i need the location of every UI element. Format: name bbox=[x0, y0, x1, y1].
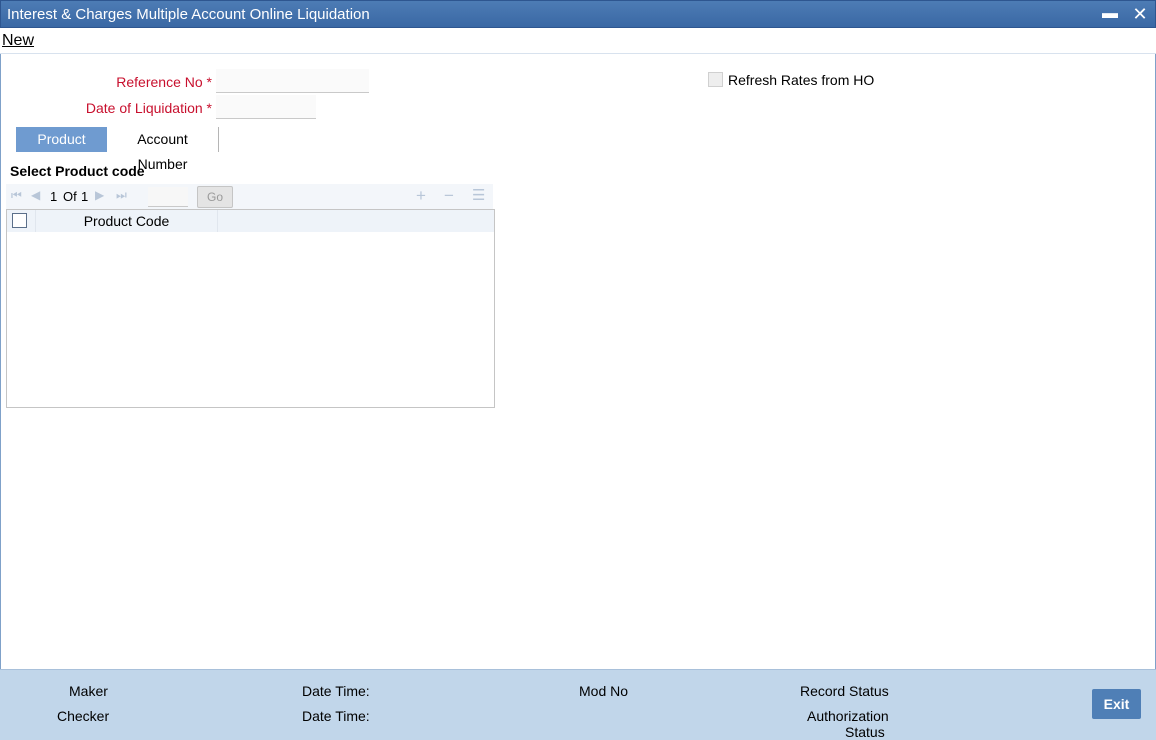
required-mark: * bbox=[206, 100, 212, 116]
reference-no-label-text: Reference No bbox=[116, 74, 203, 90]
delete-row-icon[interactable]: − bbox=[444, 186, 454, 206]
date-of-liquidation-label: Date of Liquidation * bbox=[60, 100, 212, 116]
authorization-status-label-line1: Authorization bbox=[807, 708, 889, 724]
page-number-input[interactable] bbox=[148, 187, 188, 207]
mod-no-label: Mod No bbox=[579, 683, 629, 699]
column-header-product-code[interactable]: Product Code bbox=[35, 210, 218, 232]
maker-label: Maker bbox=[69, 683, 108, 699]
record-status-label: Record Status bbox=[800, 683, 889, 699]
authorization-status-label-line2: Status bbox=[845, 724, 885, 740]
reference-no-input[interactable] bbox=[216, 69, 369, 93]
grid-header: Product Code bbox=[7, 210, 494, 232]
page-current: 1 bbox=[50, 189, 58, 204]
menu-bar: New bbox=[0, 28, 1156, 54]
close-icon[interactable]: ✕ bbox=[1128, 0, 1152, 28]
date-of-liquidation-label-text: Date of Liquidation bbox=[85, 100, 203, 116]
previous-page-icon[interactable]: ◀ bbox=[31, 188, 40, 202]
window-titlebar: Interest & Charges Multiple Account Onli… bbox=[0, 0, 1156, 28]
tab-product-code[interactable]: Product Code bbox=[16, 127, 107, 172]
go-button[interactable]: Go bbox=[197, 186, 233, 208]
product-code-grid: Product Code bbox=[6, 209, 495, 408]
add-row-icon[interactable]: + bbox=[416, 186, 426, 206]
reference-no-label: Reference No * bbox=[100, 74, 212, 90]
new-menu-item[interactable]: New bbox=[2, 32, 34, 50]
maker-date-time-label: Date Time: bbox=[302, 683, 370, 699]
required-mark: * bbox=[206, 74, 212, 90]
page-of-label: Of bbox=[63, 189, 77, 204]
last-page-icon[interactable]: ⏭ bbox=[116, 188, 127, 203]
checker-label: Checker bbox=[57, 708, 110, 724]
refresh-rates-label: Refresh Rates from HO bbox=[728, 72, 875, 88]
select-all-checkbox[interactable] bbox=[12, 213, 27, 228]
select-product-code-title: Select Product code bbox=[10, 163, 145, 179]
list-view-icon[interactable]: ☰ bbox=[472, 186, 485, 204]
next-page-icon[interactable]: ▶ bbox=[95, 188, 104, 202]
tab-account-number[interactable]: Account Number bbox=[107, 127, 219, 172]
page-total: 1 bbox=[81, 189, 89, 204]
window-title: Interest & Charges Multiple Account Onli… bbox=[7, 6, 370, 23]
minimize-icon[interactable]: ▬ bbox=[1098, 0, 1122, 28]
refresh-rates-checkbox[interactable] bbox=[708, 72, 723, 87]
first-page-icon[interactable]: ⏮ bbox=[11, 188, 22, 203]
grid-toolbar: ⏮ ◀ 1 Of 1 ▶ ⏭ Go + − ☰ bbox=[6, 184, 493, 209]
audit-footer: Maker Checker Date Time: Date Time: Mod … bbox=[0, 669, 1156, 740]
date-of-liquidation-input[interactable] bbox=[216, 95, 316, 119]
checker-date-time-label: Date Time: bbox=[302, 708, 370, 724]
exit-button[interactable]: Exit bbox=[1092, 689, 1141, 719]
